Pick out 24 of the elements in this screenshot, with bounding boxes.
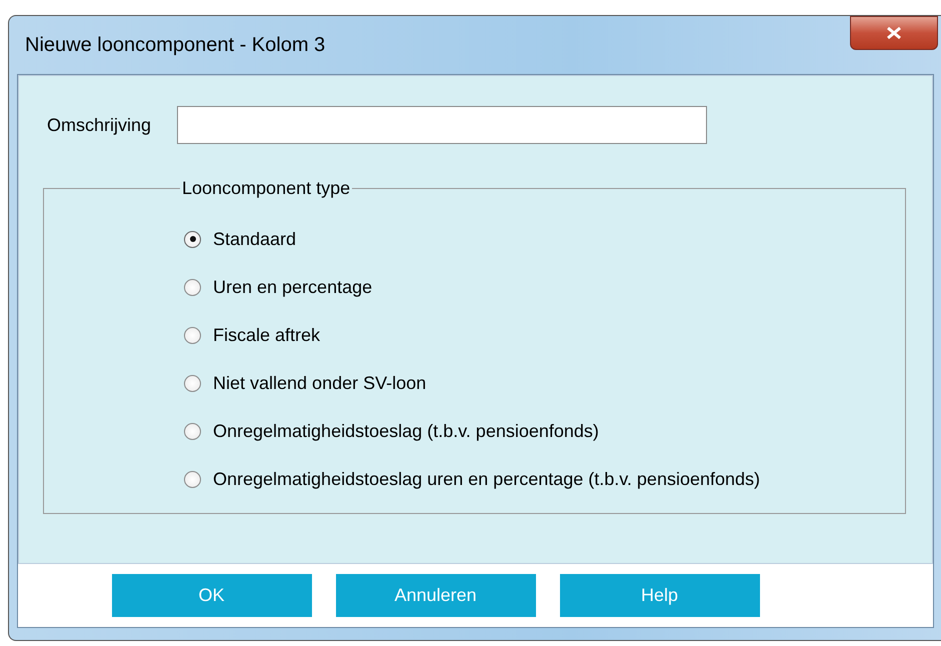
close-button[interactable] xyxy=(850,16,938,50)
option-label: Onregelmatigheidstoeslag uren en percentage (t.b.v. pensioenfonds) xyxy=(213,468,760,490)
radio-button[interactable] xyxy=(184,278,201,296)
option-label: Onregelmatigheidstoeslag (t.b.v. pensioenfonds) xyxy=(213,420,599,442)
option-label: Uren en percentage xyxy=(213,276,372,298)
radio-option[interactable]: Niet vallend onder SV-loon xyxy=(184,371,905,395)
radio-button[interactable] xyxy=(184,326,201,344)
field-label: Omschrijving xyxy=(47,114,152,136)
radio-button[interactable] xyxy=(184,470,201,488)
window-title: Nieuwe looncomponent - Kolom 3 xyxy=(25,34,326,56)
radio-option[interactable]: Fiscale aftrek xyxy=(184,323,905,347)
option-label: Niet vallend onder SV-loon xyxy=(213,372,426,394)
description-field[interactable] xyxy=(177,106,708,144)
option-label: Fiscale aftrek xyxy=(213,324,320,346)
radio-option[interactable]: Standaard xyxy=(184,227,905,251)
radio-button[interactable] xyxy=(184,374,201,392)
option-label: Standaard xyxy=(213,228,296,250)
radio-option[interactable]: Onregelmatigheidstoeslag (t.b.v. pensioenfonds) xyxy=(184,419,905,443)
radio-button[interactable] xyxy=(184,422,201,440)
group-legend: Looncomponent type xyxy=(180,178,352,199)
radio-button[interactable] xyxy=(184,230,201,248)
radio-option[interactable]: Uren en percentage xyxy=(184,275,905,299)
radio-option[interactable]: Onregelmatigheidstoeslag uren en percentage (t.b.v. pensioenfonds) xyxy=(184,467,905,491)
close-icon xyxy=(886,26,902,40)
